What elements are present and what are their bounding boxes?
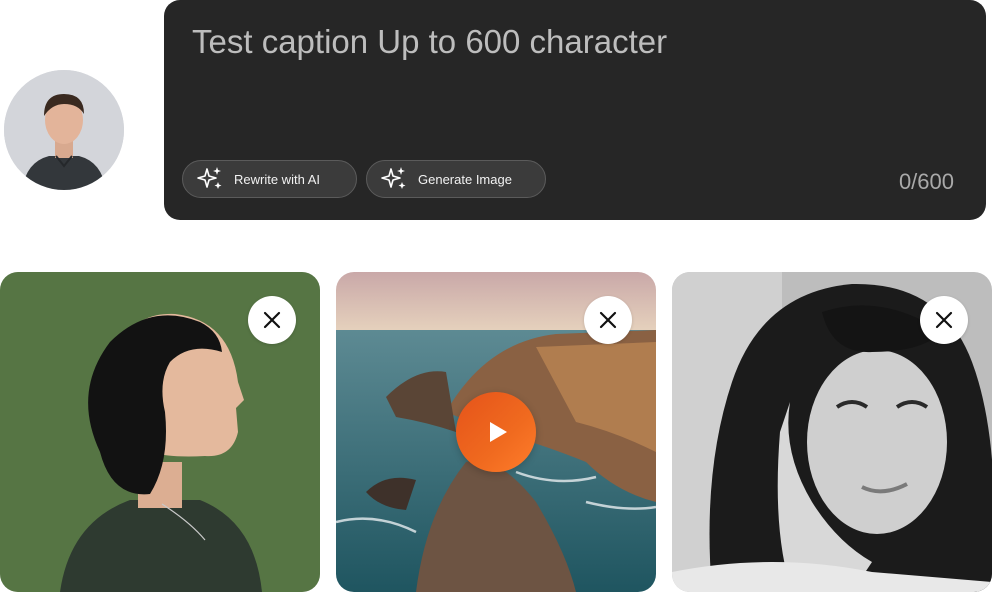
remove-media-button[interactable] [584, 296, 632, 344]
close-icon [599, 311, 617, 329]
rewrite-with-ai-label: Rewrite with AI [234, 171, 320, 187]
sparkles-icon [197, 167, 222, 189]
avatar [4, 70, 124, 190]
sparkles-icon [381, 167, 406, 189]
media-tile-2[interactable] [336, 272, 656, 592]
character-counter: 0/600 [898, 169, 954, 194]
close-icon [263, 311, 281, 329]
media-tile-3[interactable] [672, 272, 992, 592]
play-icon [490, 422, 507, 442]
avatar-photo [4, 70, 124, 190]
caption-composer: Rewrite with AI Generate Image 0/600 [164, 0, 986, 220]
remove-media-button[interactable] [920, 296, 968, 344]
close-icon [935, 311, 953, 329]
play-video-button[interactable] [456, 392, 536, 472]
remove-media-button[interactable] [248, 296, 296, 344]
rewrite-with-ai-button[interactable]: Rewrite with AI [182, 160, 357, 198]
media-tile-1[interactable] [0, 272, 320, 592]
caption-input[interactable] [192, 20, 952, 64]
generate-image-button[interactable]: Generate Image [366, 160, 546, 198]
generate-image-label: Generate Image [418, 171, 512, 187]
